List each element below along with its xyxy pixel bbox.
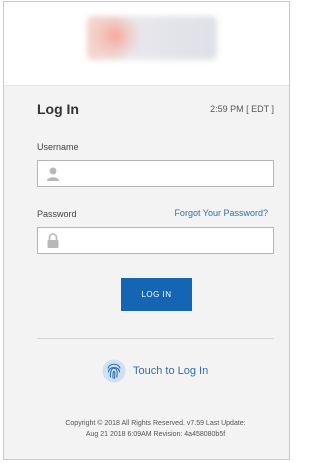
username-label: Username xyxy=(37,142,79,152)
password-field[interactable] xyxy=(37,227,274,254)
page-title: Log In xyxy=(37,101,79,117)
footer-line-2: Aug 21 2018 6:09AM Revision: 4a458080b5f xyxy=(85,431,226,438)
touch-login-button[interactable]: Touch to Log In xyxy=(102,359,208,383)
fingerprint-icon xyxy=(102,359,126,383)
title-row: Log In 2:59 PM [ EDT ] xyxy=(37,101,274,121)
username-field[interactable] xyxy=(37,160,274,187)
company-logo xyxy=(87,16,217,60)
divider xyxy=(37,338,274,339)
footer-line-1: Copyright © 2018 All Rights Reserved. v7… xyxy=(65,420,246,427)
copyright-footer: Copyright © 2018 All Rights Reserved. v7… xyxy=(24,418,287,440)
user-icon xyxy=(47,167,59,181)
lock-icon xyxy=(47,233,59,248)
password-label: Password xyxy=(37,209,77,219)
login-screen: Log In 2:59 PM [ EDT ] Username Password… xyxy=(3,1,290,460)
app-header xyxy=(4,2,289,86)
forgot-password-link[interactable]: Forgot Your Password? xyxy=(174,208,268,218)
login-button[interactable]: LOG IN xyxy=(121,278,192,311)
touch-login-label: Touch to Log In xyxy=(133,365,209,377)
current-time: 2:59 PM [ EDT ] xyxy=(210,104,274,114)
